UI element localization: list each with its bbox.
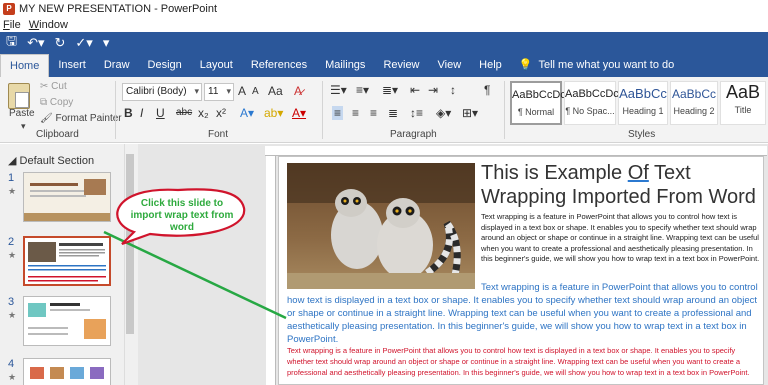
callout-text: Click this slide to import wrap text fro… (130, 198, 234, 233)
annotation-arrow (103, 230, 287, 320)
annotation-overlay (103, 188, 287, 320)
